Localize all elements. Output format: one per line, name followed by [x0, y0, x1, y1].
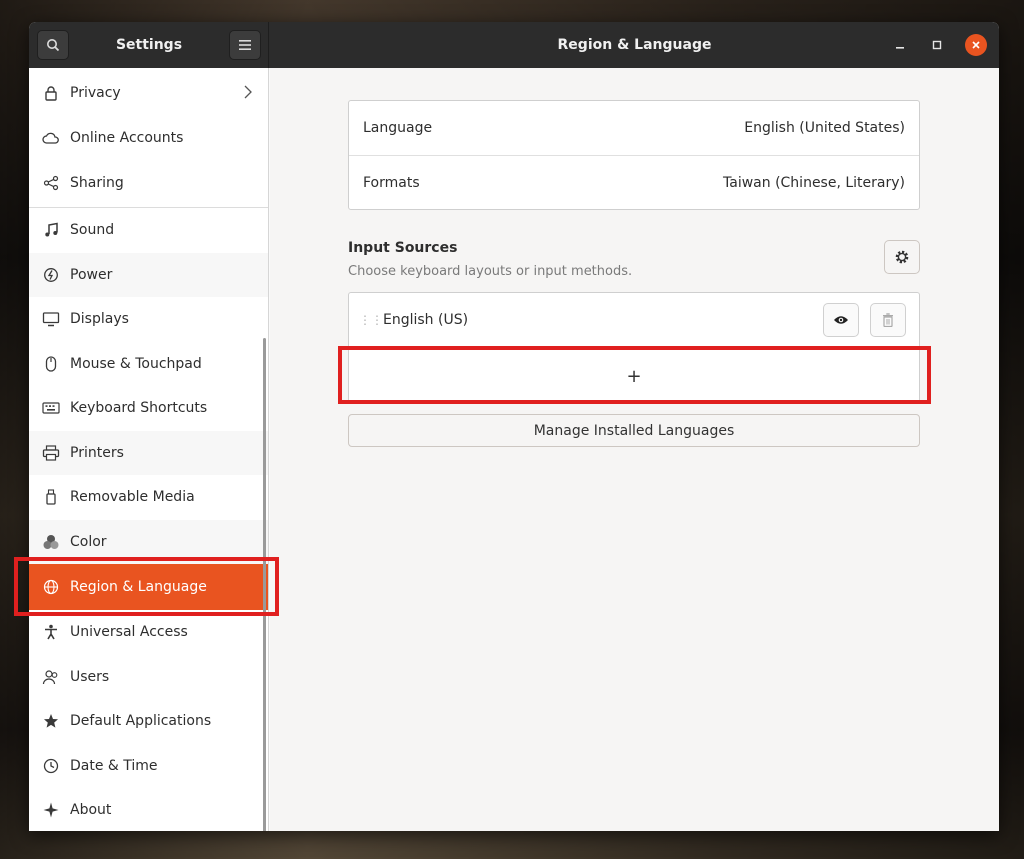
sidebar-item-region-language[interactable]: Region & Language	[29, 564, 268, 610]
sidebar-scrollbar[interactable]	[263, 338, 266, 831]
keyboard-icon	[42, 399, 60, 417]
sidebar-title: Settings	[115, 37, 183, 53]
input-sources-list: ⋮⋮ English (US) +	[348, 292, 920, 404]
sidebar-item-label: Online Accounts	[70, 130, 184, 146]
sidebar-item-label: Displays	[70, 311, 129, 327]
eye-icon	[834, 316, 848, 324]
manage-installed-languages-button[interactable]: Manage Installed Languages	[348, 414, 920, 447]
sidebar-item-keyboard-shortcuts[interactable]: Keyboard Shortcuts	[29, 386, 268, 430]
sidebar-item-default-applications[interactable]: Default Applications	[29, 699, 268, 743]
sidebar-item-online-accounts[interactable]: Online Accounts	[29, 116, 268, 160]
printer-icon	[42, 444, 60, 462]
sidebar-item-label: Sharing	[70, 175, 124, 191]
sidebar-item-printers[interactable]: Printers	[29, 431, 268, 475]
sidebar-item-label: Region & Language	[70, 579, 207, 595]
plus-icon: +	[626, 365, 642, 387]
sidebar-item-label: Date & Time	[70, 758, 158, 774]
formats-value: Taiwan (Chinese, Literary)	[723, 174, 905, 191]
search-icon	[47, 39, 60, 52]
sparkle-icon	[42, 801, 60, 819]
header-bar: Settings Region & Language	[29, 22, 999, 68]
maximize-icon	[932, 40, 942, 50]
sidebar-header: Settings	[29, 22, 269, 68]
input-sources-options-button[interactable]	[884, 240, 920, 274]
input-source-row[interactable]: ⋮⋮ English (US)	[349, 293, 919, 347]
usb-icon	[42, 488, 60, 506]
sidebar-item-label: Mouse & Touchpad	[70, 356, 202, 372]
chevron-right-icon	[244, 85, 252, 103]
power-icon	[42, 266, 60, 284]
minimize-button[interactable]	[889, 34, 911, 56]
hamburger-menu-icon	[239, 40, 251, 50]
maximize-button[interactable]	[926, 34, 948, 56]
input-sources-title: Input Sources	[348, 240, 458, 256]
sidebar-item-label: Color	[70, 534, 107, 550]
sidebar-item-label: About	[70, 802, 112, 818]
sidebar-item-label: Privacy	[70, 85, 121, 101]
sidebar-item-privacy[interactable]: Privacy	[29, 71, 268, 115]
sidebar-item-label: Keyboard Shortcuts	[70, 400, 208, 416]
language-formats-list: Language English (United States) Formats…	[348, 100, 920, 210]
language-row[interactable]: Language English (United States)	[349, 101, 919, 155]
share-icon	[42, 174, 60, 192]
star-icon	[42, 712, 60, 730]
music-note-icon	[42, 221, 60, 239]
display-icon	[42, 310, 60, 328]
sidebar-item-sharing[interactable]: Sharing	[29, 161, 268, 205]
formats-row[interactable]: Formats Taiwan (Chinese, Literary)	[349, 155, 919, 209]
sidebar-item-about[interactable]: About	[29, 788, 268, 831]
language-value: English (United States)	[744, 120, 905, 136]
language-label: Language	[363, 120, 433, 136]
sidebar-item-universal-access[interactable]: Universal Access	[29, 610, 268, 654]
settings-window: Settings Region & Language Privacy Onlin…	[29, 22, 999, 831]
globe-icon	[42, 578, 60, 596]
input-sources-subtitle: Choose keyboard layouts or input methods…	[348, 264, 633, 279]
search-button[interactable]	[37, 30, 69, 60]
menu-button[interactable]	[229, 30, 261, 60]
sidebar-item-label: Sound	[70, 222, 115, 238]
sidebar-item-label: Power	[70, 267, 113, 283]
sidebar-item-removable-media[interactable]: Removable Media	[29, 475, 268, 519]
accessibility-icon	[42, 623, 60, 641]
close-button[interactable]	[965, 34, 987, 56]
clock-icon	[42, 757, 60, 775]
trash-icon	[883, 313, 893, 327]
input-source-label: English (US)	[383, 312, 469, 328]
sidebar-item-users[interactable]: Users	[29, 655, 268, 699]
sidebar: Privacy Online Accounts Sharing Sound Po…	[29, 68, 269, 831]
remove-input-source-button[interactable]	[870, 303, 906, 337]
cloud-icon	[42, 129, 60, 147]
mouse-icon	[42, 355, 60, 373]
main-content: Language English (United States) Formats…	[270, 68, 999, 831]
close-icon	[972, 41, 980, 49]
sidebar-item-mouse-touchpad[interactable]: Mouse & Touchpad	[29, 342, 268, 386]
sidebar-item-label: Printers	[70, 445, 124, 461]
lock-icon	[42, 84, 60, 102]
add-input-source-button[interactable]: +	[349, 348, 919, 403]
sidebar-item-label: Removable Media	[70, 489, 195, 505]
color-icon	[42, 533, 60, 551]
sidebar-item-date-time[interactable]: Date & Time	[29, 744, 268, 788]
sidebar-item-displays[interactable]: Displays	[29, 297, 268, 341]
gear-icon	[895, 250, 909, 264]
sidebar-item-label: Users	[70, 669, 110, 685]
drag-handle-icon[interactable]: ⋮⋮	[359, 314, 383, 326]
minimize-icon	[896, 47, 904, 49]
users-icon	[42, 668, 60, 686]
sidebar-item-color[interactable]: Color	[29, 520, 268, 564]
sidebar-item-sound[interactable]: Sound	[29, 208, 268, 252]
preview-layout-button[interactable]	[823, 303, 859, 337]
formats-label: Formats	[363, 174, 420, 191]
sidebar-item-power[interactable]: Power	[29, 253, 268, 297]
sidebar-item-label: Universal Access	[70, 624, 188, 640]
sidebar-item-label: Default Applications	[70, 713, 212, 729]
